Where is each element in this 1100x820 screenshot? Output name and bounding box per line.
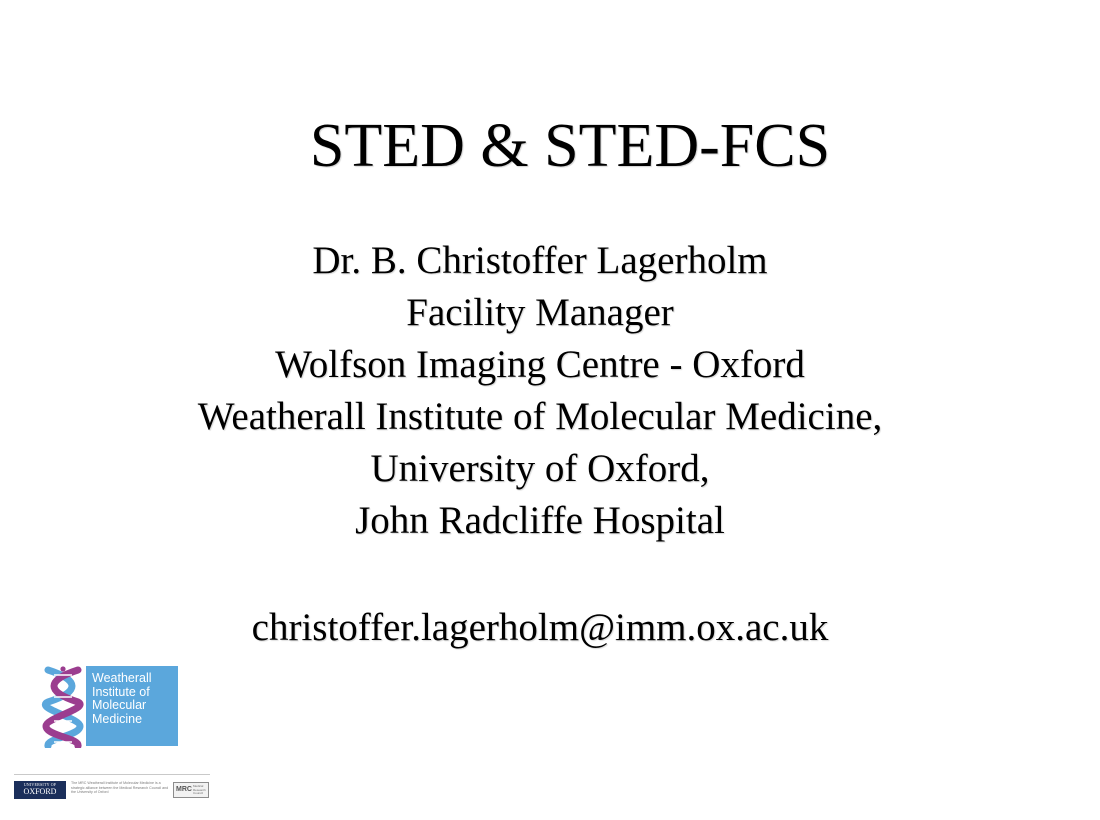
author-institute: Weatherall Institute of Molecular Medici… xyxy=(197,395,883,438)
footer-logos: UNIVERSITY OF OXFORD The MRC Weatherall … xyxy=(14,774,210,802)
logo-line: Medicine xyxy=(92,711,143,726)
slide-title: STED & STED-FCS xyxy=(309,112,831,180)
author-university: University of Oxford, xyxy=(370,447,710,490)
author-hospital: John Radcliffe Hospital xyxy=(355,499,725,542)
logo-line: Weatherall xyxy=(92,671,152,685)
author-name: Dr. B. Christoffer Lagerholm xyxy=(312,239,768,282)
mrc-letters: MRC xyxy=(176,786,192,793)
author-facility: Wolfson Imaging Centre - Oxford xyxy=(275,343,805,386)
logo-line: Institute of xyxy=(92,684,150,699)
author-role: Facility Manager xyxy=(406,291,674,334)
mrc-subtitle: Medical Research Council xyxy=(193,784,206,796)
wimm-logo-text: Weatherall Institute of Molecular Medici… xyxy=(86,666,178,746)
oxford-logo: UNIVERSITY OF OXFORD xyxy=(14,781,66,799)
wimm-logo: Weatherall Institute of Molecular Medici… xyxy=(40,666,180,748)
mrc-logo: MRC Medical Research Council xyxy=(173,782,209,798)
footer-divider xyxy=(14,774,210,775)
logo-line: Molecular xyxy=(92,698,147,712)
dna-helix-icon xyxy=(41,666,84,748)
author-email: christoffer.lagerholm@imm.ox.ac.uk xyxy=(251,606,829,649)
author-details: Dr. B. Christoffer Lagerholm Facility Ma… xyxy=(0,235,1080,547)
oxford-logo-name: OXFORD xyxy=(23,787,57,796)
alliance-statement: The MRC Weatherall Institute of Molecula… xyxy=(71,781,169,794)
